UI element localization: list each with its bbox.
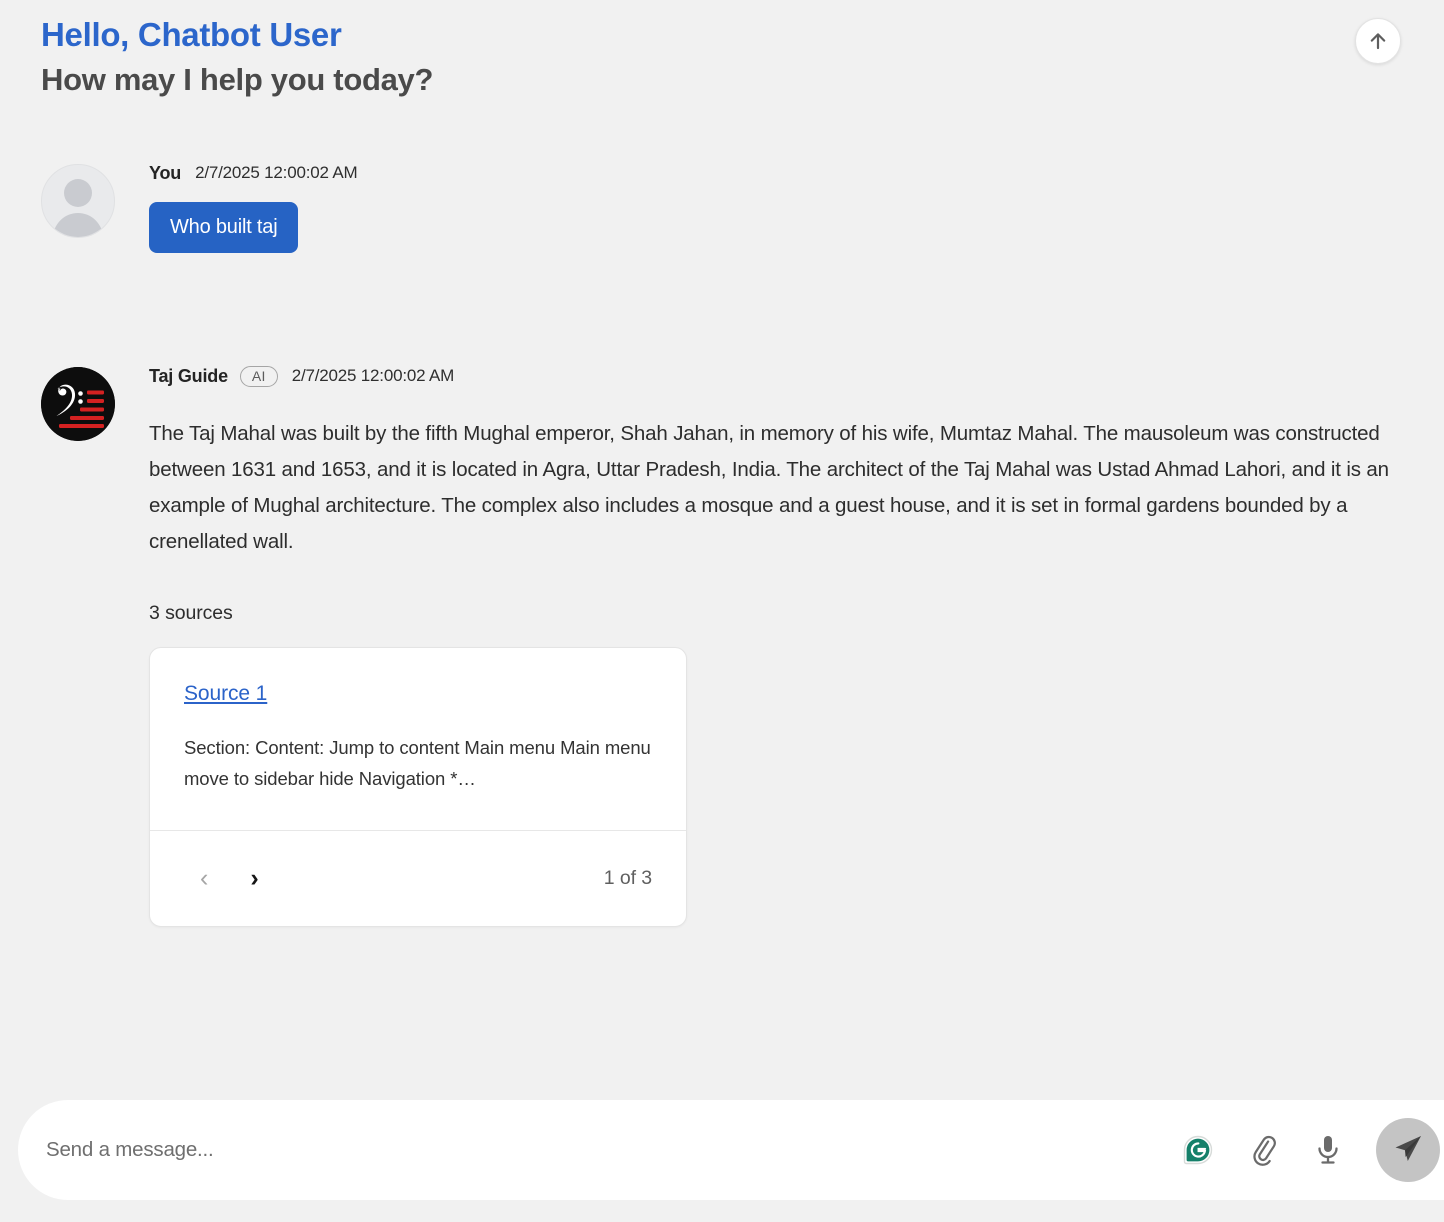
scroll-to-top-button[interactable] [1355,18,1401,64]
source-card-body: Source 1 Section: Content: Jump to conte… [150,648,686,830]
source-snippet-text: Section: Content: Jump to content Main m… [184,737,651,789]
message-timestamp: 2/7/2025 12:00:02 AM [291,366,455,385]
message-content: You 2/7/2025 12:00:02 AM Who built taj [115,150,1404,253]
assistant-answer-text: The Taj Mahal was built by the fifth Mug… [149,422,1389,553]
paperclip-icon[interactable] [1246,1133,1280,1167]
message-sender: Taj Guide [149,365,228,386]
source-card-footer: ‹ › 1 of 3 [150,830,686,926]
greeting-title: Hello, Chatbot User [41,16,342,53]
microphone-icon[interactable] [1313,1133,1343,1167]
sources-count-label: 3 sources [149,602,233,624]
source-card: Source 1 Section: Content: Jump to conte… [149,647,687,927]
user-avatar-icon [41,164,115,238]
message-meta: Taj Guide AI 2/7/2025 12:00:02 AM [149,361,1404,391]
page-title: How may I help you today? [41,62,434,98]
message-assistant: Taj Guide AI 2/7/2025 12:00:02 AM The Ta… [0,353,1444,927]
bass-clef-logo-icon [41,367,115,441]
chevron-right-icon[interactable]: › [250,866,258,891]
message-input[interactable] [44,1130,1183,1170]
page-header: Hello, Chatbot User How may I help you t… [41,14,433,100]
grammarly-icon[interactable] [1183,1135,1213,1165]
chat-thread: You 2/7/2025 12:00:02 AM Who built taj T… [0,150,1444,927]
composer-actions [1183,1118,1444,1182]
message-user: You 2/7/2025 12:00:02 AM Who built taj [0,150,1444,253]
send-icon [1391,1132,1425,1169]
user-message-bubble[interactable]: Who built taj [149,202,299,253]
message-timestamp: 2/7/2025 12:00:02 AM [195,163,358,182]
message-meta: You 2/7/2025 12:00:02 AM [149,158,1404,188]
arrow-up-icon [1367,30,1389,52]
send-button[interactable] [1376,1118,1440,1182]
chevron-left-icon[interactable]: ‹ [200,866,208,891]
ai-badge: AI [239,365,278,387]
message-composer [18,1100,1444,1200]
message-content: Taj Guide AI 2/7/2025 12:00:02 AM The Ta… [115,353,1404,927]
message-sender: You [149,162,182,183]
source-link[interactable]: Source 1 [184,682,267,705]
source-pagination-label: 1 of 3 [603,867,652,889]
